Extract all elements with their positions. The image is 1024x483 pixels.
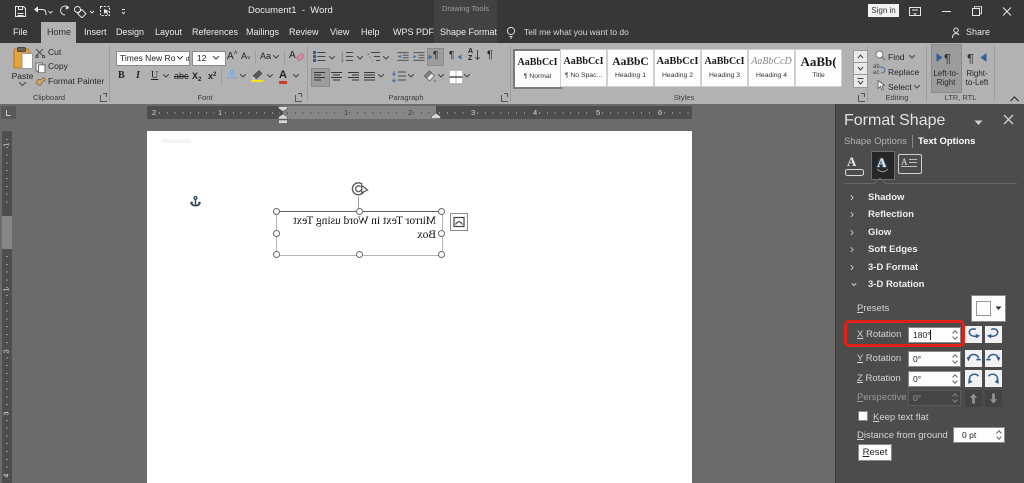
svg-text:i: i (372, 58, 373, 62)
svg-text:¶: ¶ (967, 51, 974, 64)
svg-text:3: 3 (341, 58, 344, 62)
svg-text:¶: ¶ (944, 51, 951, 64)
svg-text:i: i (370, 55, 371, 60)
